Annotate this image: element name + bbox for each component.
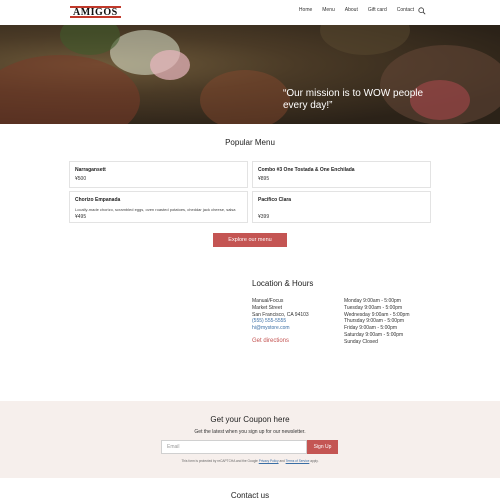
phone-link[interactable]: (555) 555-5555 (252, 318, 309, 325)
menu-item-name: Combo #3 One Tostada & One Enchilada (258, 167, 355, 173)
nav-gift-card[interactable]: Gift card (368, 7, 387, 13)
legal-text: apply. (310, 459, 319, 463)
menu-card[interactable]: Narragansett ¥500 (69, 161, 248, 188)
terms-of-service-link[interactable]: Terms of Service (286, 459, 310, 463)
search-icon[interactable] (418, 7, 426, 15)
nav-about[interactable]: About (345, 7, 358, 13)
main-nav: Home Menu About Gift card Contact (299, 7, 414, 13)
menu-card[interactable]: Pacifico Clara ¥399 (252, 191, 431, 223)
popular-menu-title: Popular Menu (225, 138, 275, 147)
hours-line: Sunday Closed (344, 338, 378, 345)
nav-contact[interactable]: Contact (397, 7, 414, 13)
coupon-title: Get your Coupon here (210, 415, 290, 424)
address-block: Manual/Focus Market Street San Francisco… (252, 298, 309, 332)
email-input[interactable]: Email (161, 440, 307, 454)
menu-card[interactable]: Combo #3 One Tostada & One Enchilada ¥89… (252, 161, 431, 188)
logo[interactable]: AMIGOS (70, 6, 121, 18)
menu-item-price: ¥399 (258, 214, 270, 220)
contact-title: Contact us (230, 491, 270, 500)
hours-line: Saturday 9:00am - 5:00pm (344, 331, 404, 338)
menu-item-name: Pacifico Clara (258, 197, 292, 203)
get-directions-link[interactable]: Get directions (252, 338, 289, 344)
address-line: Market Street (252, 304, 283, 311)
hours-line: Friday 9:00am - 5:00pm (344, 325, 398, 332)
hours-line: Monday 9:00am - 5:00pm (344, 298, 401, 304)
recaptcha-notice: This form is protected by reCAPTCHA and … (0, 459, 500, 463)
hours-line: Wednesday 9:00am - 5:00pm (344, 311, 410, 318)
nav-menu[interactable]: Menu (322, 7, 335, 13)
menu-item-price: ¥895 (258, 176, 270, 182)
menu-item-price: ¥500 (75, 176, 87, 182)
privacy-policy-link[interactable]: Privacy Policy (259, 459, 279, 463)
legal-text: This form is protected by reCAPTCHA and … (181, 459, 258, 463)
sign-up-button[interactable]: Sign Up (307, 440, 338, 454)
site-header: AMIGOS Home Menu About Gift card Contact (0, 0, 500, 25)
address-line: Manual/Focus (252, 298, 284, 304)
coupon-subtitle: Get the latest when you sign up for our … (194, 429, 306, 435)
email-link[interactable]: hi@mystore.com (252, 325, 309, 332)
address-line: San Francisco, CA 94103 (252, 311, 309, 318)
hours-line: Tuesday 9:00am - 5:00pm (344, 304, 403, 311)
legal-text: and (279, 459, 285, 463)
hours-list: Monday 9:00am - 5:00pm Tuesday 9:00am - … (344, 298, 410, 346)
location-title: Location & Hours (252, 279, 314, 288)
hero-quote: “Our mission is to WOW people every day!… (283, 88, 453, 112)
menu-item-name: Narragansett (75, 167, 106, 173)
hours-line: Thursday 9:00am - 5:00pm (344, 318, 405, 325)
hero-quote-line: “Our mission is to WOW people (283, 88, 424, 99)
menu-item-name: Chorizo Empanada (75, 197, 121, 203)
menu-item-price: ¥495 (75, 214, 87, 220)
hero-quote-line: every day!” (283, 100, 333, 111)
menu-card[interactable]: Chorizo Empanada Locally-made chorizo, s… (69, 191, 248, 223)
nav-home[interactable]: Home (299, 7, 312, 13)
hero-banner: “Our mission is to WOW people every day!… (0, 25, 500, 124)
menu-item-description: Locally-made chorizo, scrambled eggs, ov… (75, 207, 236, 212)
explore-menu-button[interactable]: Explore our menu (213, 233, 287, 247)
